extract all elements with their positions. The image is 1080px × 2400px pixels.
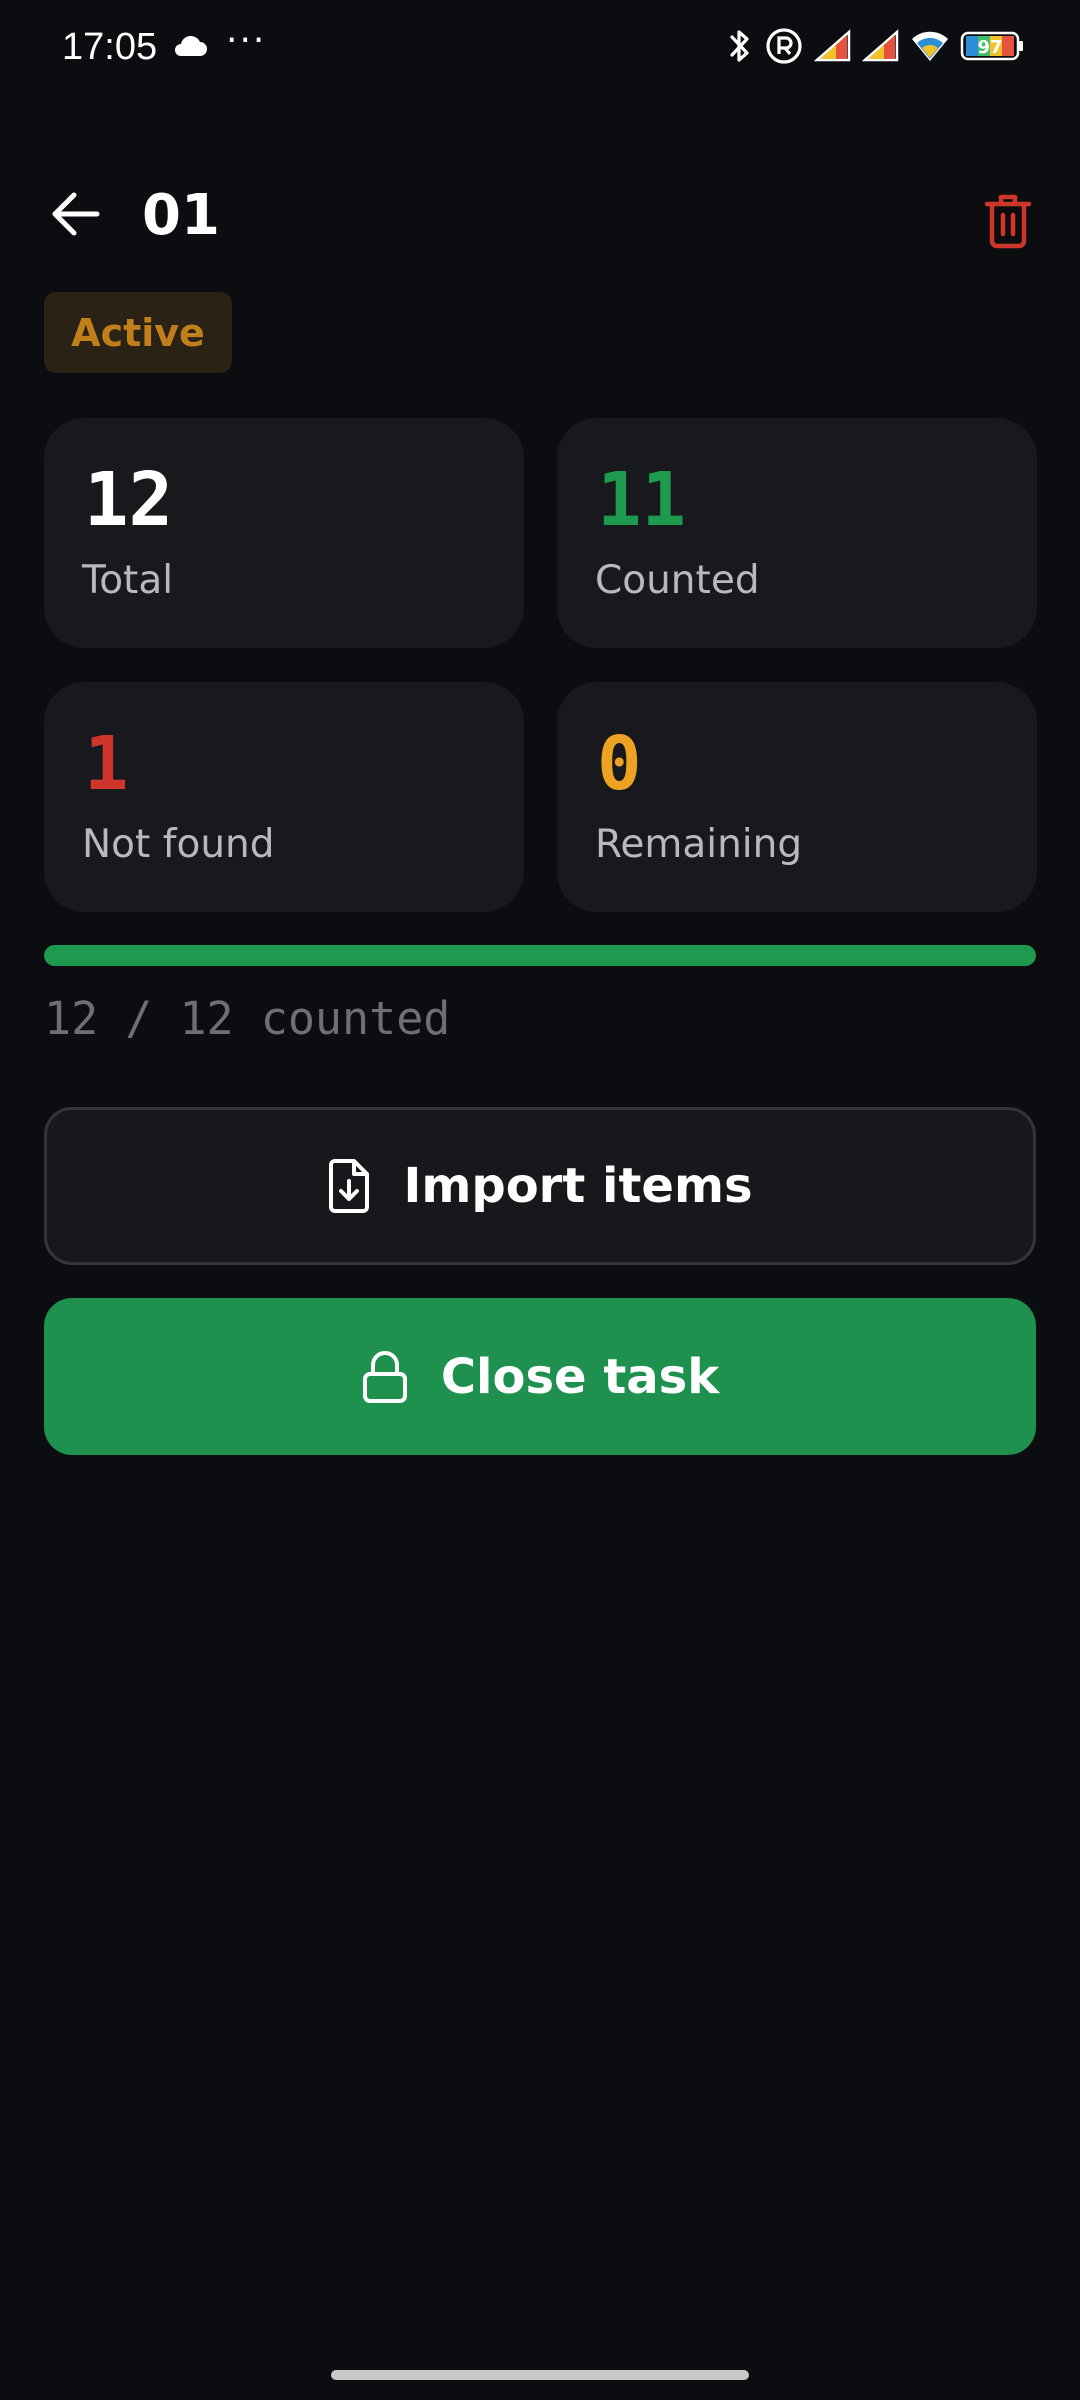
wifi-icon [910,29,950,67]
status-time: 17:05 [62,26,158,68]
stat-not-found-value: 1 [84,721,129,807]
stat-total-value: 12 [84,457,174,543]
stat-remaining-label: Remaining [595,822,803,867]
close-task-button[interactable]: Close task [44,1298,1036,1455]
battery-level: 97 [977,37,1002,58]
progress-bar [44,945,1036,966]
lock-icon [361,1350,409,1404]
progress-bar-fill [44,945,1036,966]
import-items-button[interactable]: Import items [44,1107,1036,1265]
arrow-left-icon [51,191,101,241]
status-icons: 97 [726,26,1024,70]
signal-icon [813,29,852,67]
bluetooth-icon [726,26,754,70]
stat-counted-label: Counted [595,558,760,603]
back-button[interactable] [46,186,106,246]
stat-card-counted: 11 Counted [557,418,1037,648]
cloud-icon [172,34,208,62]
stat-card-remaining: 0 Remaining [557,682,1037,912]
stat-card-total: 12 Total [44,418,524,648]
status-overflow-dots: ··· [226,20,267,61]
delete-button[interactable] [978,192,1038,254]
page-title: 01 [142,183,220,248]
stat-card-not-found: 1 Not found [44,682,524,912]
file-import-icon [327,1159,371,1213]
battery-icon: 97 [960,31,1024,65]
home-indicator[interactable] [331,2370,749,2380]
task-detail-screen: 17:05 ··· 97 01 Active 12 Total 11 Count… [0,0,1080,2400]
stat-total-label: Total [82,558,174,603]
stat-remaining-value: 0 [597,721,642,807]
status-badge: Active [44,292,232,373]
stat-not-found-label: Not found [82,822,275,867]
registered-icon [764,26,804,70]
signal-icon [861,29,900,67]
close-task-label: Close task [440,1348,720,1405]
status-bar: 17:05 ··· 97 [0,0,1080,96]
stat-counted-value: 11 [597,457,687,543]
import-items-label: Import items [403,1158,753,1214]
progress-text: 12 / 12 counted [44,992,451,1045]
trash-icon [984,193,1032,253]
